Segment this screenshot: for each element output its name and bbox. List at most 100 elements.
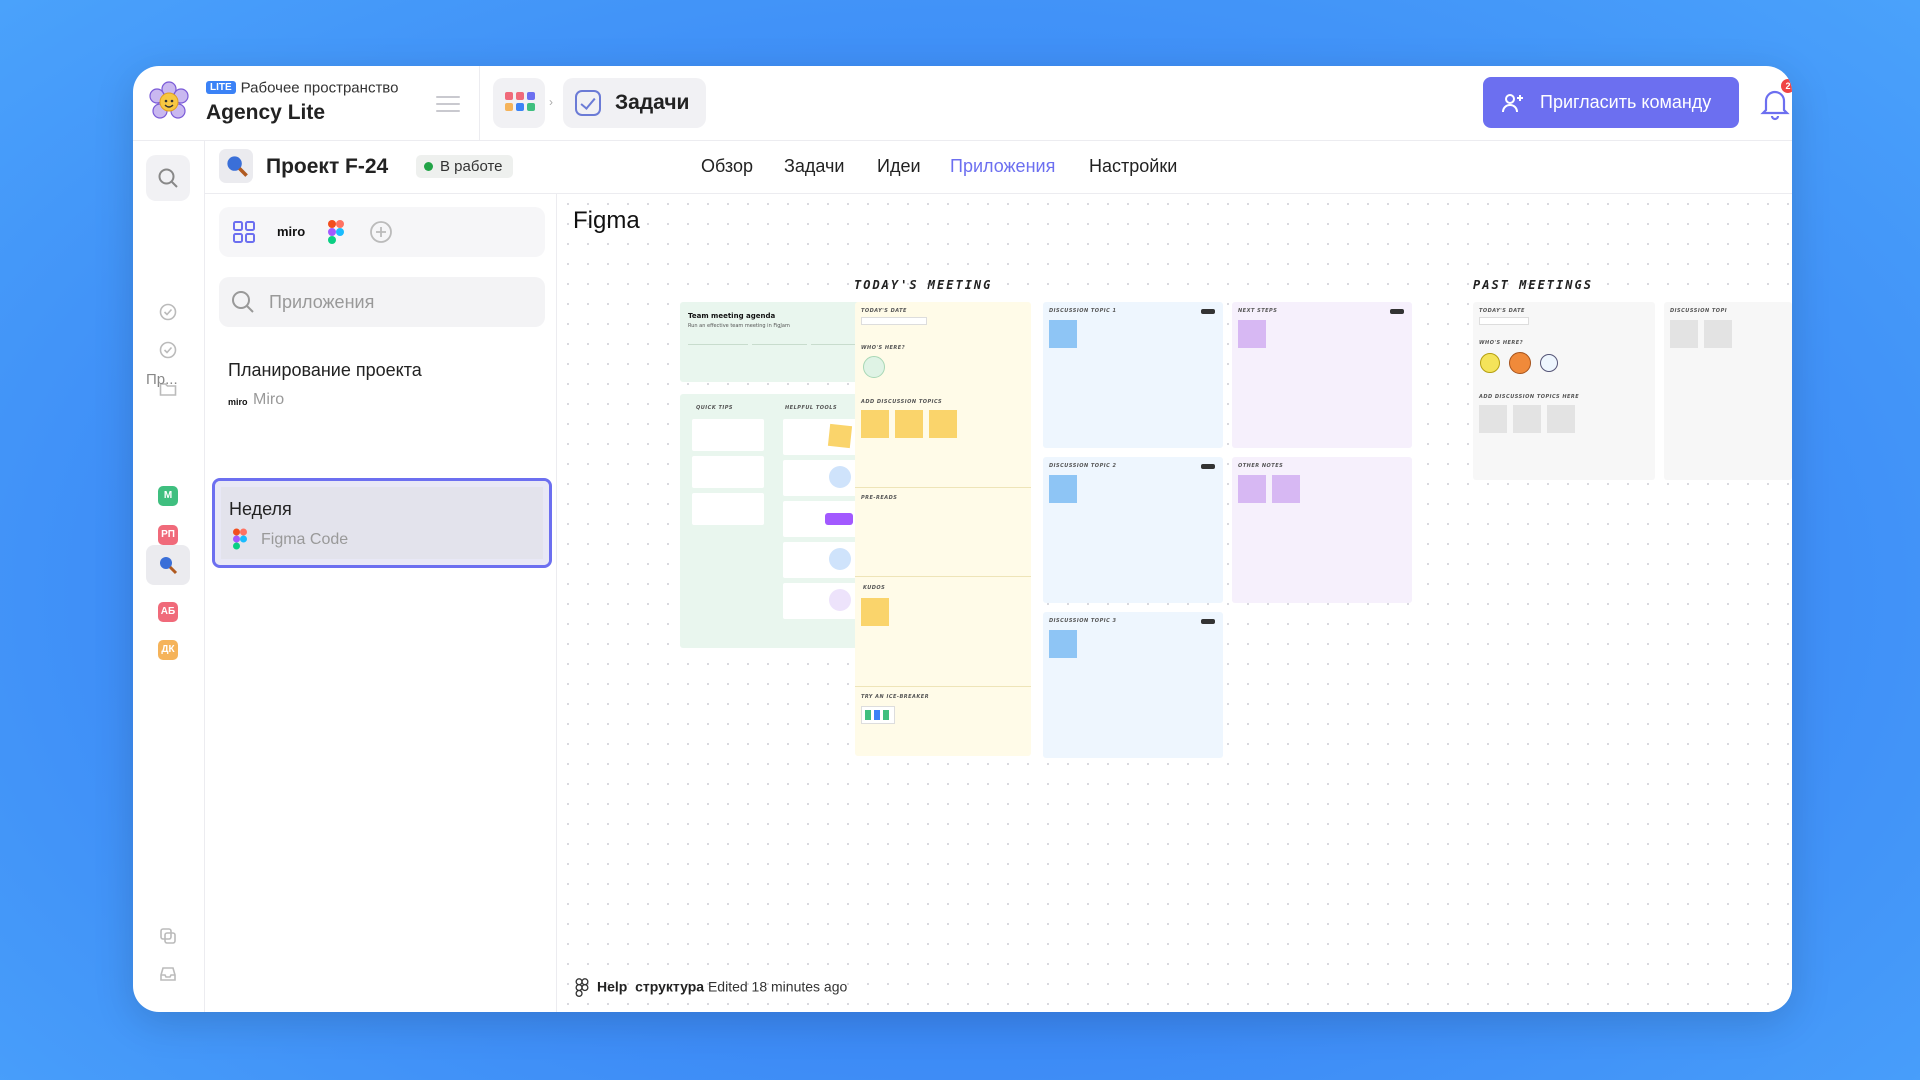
check-circle-icon[interactable] xyxy=(159,341,177,359)
figma-embed-canvas[interactable]: Figma Team meeting agenda Run an effecti… xyxy=(558,194,1792,1012)
sticky-note xyxy=(1547,405,1575,433)
figma-logo-icon xyxy=(233,528,247,550)
topic-label: DISCUSSION TOPIC 1 xyxy=(1049,308,1117,314)
apps-grid-icon xyxy=(505,92,535,111)
todays-date-label: TODAY'S DATE xyxy=(861,308,907,314)
inbox-icon[interactable] xyxy=(159,965,177,983)
divider xyxy=(855,576,1031,577)
file-name[interactable]: структура xyxy=(635,979,704,995)
project-avatar[interactable] xyxy=(219,149,253,183)
workspace-name: Agency Lite xyxy=(206,101,326,124)
timer-badge xyxy=(1201,464,1215,469)
icon-sidebar: Пр... M РП АБ ДК xyxy=(133,141,205,1012)
tip-card xyxy=(692,419,764,451)
sticky-note xyxy=(1049,320,1077,348)
figma-logo-icon[interactable] xyxy=(328,219,344,245)
tab-overview[interactable]: Обзор xyxy=(701,156,753,177)
apps-panel: miro Планирование проекта miro Miro Неде… xyxy=(205,194,557,1012)
divider xyxy=(855,686,1031,687)
sticky-note xyxy=(1238,475,1266,503)
quick-tips-label: QUICK TIPS xyxy=(696,405,733,411)
sticky-note xyxy=(1049,475,1077,503)
apps-search xyxy=(219,277,545,327)
tab-ideas[interactable]: Идеи xyxy=(877,156,921,177)
date-field xyxy=(1479,317,1529,325)
app-item-source: Miro xyxy=(253,391,285,408)
add-icon[interactable] xyxy=(369,220,393,244)
figma-logo-icon xyxy=(575,978,589,997)
project-m[interactable]: M xyxy=(158,486,178,506)
global-search-button[interactable] xyxy=(146,155,190,201)
miro-logo[interactable]: miro xyxy=(277,224,305,239)
divider xyxy=(855,487,1031,488)
section-todays-meeting: TODAY'S MEETING xyxy=(854,278,993,292)
timer-badge xyxy=(1201,309,1215,314)
sticky-note xyxy=(1670,320,1698,348)
sticky-note xyxy=(1238,320,1266,348)
agenda-title: Team meeting agenda xyxy=(688,312,776,320)
timer-badge xyxy=(1201,619,1215,624)
workspace-info[interactable]: LITE Рабочее пространство Agency Lite xyxy=(206,79,398,125)
add-topics-label: ADD DISCUSSION TOPICS xyxy=(861,399,943,405)
project-dk[interactable]: ДК xyxy=(158,640,178,660)
pre-reads-label: PRE-READS xyxy=(861,495,898,501)
agenda-column xyxy=(688,344,748,368)
app-window: LITE Рабочее пространство Agency Lite › З… xyxy=(133,66,1792,1012)
past-discussion-card: DISCUSSION TOPI xyxy=(1664,302,1792,480)
workspace-logo-icon[interactable] xyxy=(147,80,191,124)
avatar-sticker xyxy=(863,356,885,378)
file-help-label[interactable]: Help xyxy=(597,979,627,995)
past-meeting-card: TODAY'S DATE WHO'S HERE? ADD DISCUSSION … xyxy=(1473,302,1655,480)
projects-section-label: Пр... xyxy=(146,371,178,388)
sticky-note xyxy=(1272,475,1300,503)
workspace-label: Рабочее пространство xyxy=(240,79,399,97)
sticky-note xyxy=(861,598,889,626)
app-item-project-planning[interactable]: Планирование проекта miro Miro xyxy=(219,347,545,421)
apps-toolbar: miro xyxy=(219,207,545,257)
project-f24-active[interactable] xyxy=(146,545,190,585)
sticky-note xyxy=(1479,405,1507,433)
project-title: Проект F-24 xyxy=(266,155,389,178)
project-ab[interactable]: АБ xyxy=(158,602,178,622)
sticky-note xyxy=(1704,320,1732,348)
hamburger-menu-icon[interactable] xyxy=(436,96,460,112)
invite-team-label: Пригласить команду xyxy=(1540,92,1712,112)
project-rp[interactable]: РП xyxy=(158,525,178,545)
agenda-column xyxy=(752,344,807,368)
divider xyxy=(479,66,480,141)
breadcrumb-tasks[interactable]: Задачи xyxy=(563,78,706,128)
app-item-source: Figma Code xyxy=(261,531,349,548)
invite-team-button[interactable]: Пригласить команду xyxy=(1483,77,1739,128)
tool-card xyxy=(783,460,857,496)
tab-apps[interactable]: Приложения xyxy=(950,156,1055,177)
other-notes-card: OTHER NOTES xyxy=(1232,457,1412,603)
next-steps-label: NEXT STEPS xyxy=(1238,308,1278,314)
grid-icon[interactable] xyxy=(232,220,256,244)
tab-tasks[interactable]: Задачи xyxy=(784,156,844,177)
other-notes-label: OTHER NOTES xyxy=(1238,463,1284,469)
tool-card xyxy=(783,583,857,619)
apps-grid-button[interactable] xyxy=(493,78,545,128)
check-circle-icon[interactable] xyxy=(159,303,177,321)
section-past-meetings: PAST MEETINGS xyxy=(1473,278,1593,292)
embed-title: Figma xyxy=(573,207,640,234)
app-item-week[interactable]: Неделя Figma Code xyxy=(212,478,552,568)
copy-icon[interactable] xyxy=(159,927,177,945)
agenda-card: Team meeting agenda Run an effective tea… xyxy=(680,302,872,382)
next-steps-card: NEXT STEPS xyxy=(1232,302,1412,448)
discussion-topic-3: DISCUSSION TOPIC 3 xyxy=(1043,612,1223,758)
apps-search-input[interactable] xyxy=(269,289,529,315)
tool-card xyxy=(783,501,857,537)
ice-breaker-label: TRY AN ICE-BREAKER xyxy=(861,694,930,700)
date-field xyxy=(861,317,927,325)
plan-badge: LITE xyxy=(206,81,236,95)
kudos-label: KUDOS xyxy=(863,585,886,591)
smiley-sticker xyxy=(1509,352,1531,374)
breadcrumb-chevron-icon: › xyxy=(549,95,553,109)
topic-label: DISCUSSION TOPIC 2 xyxy=(1049,463,1117,469)
tab-settings[interactable]: Настройки xyxy=(1089,156,1177,177)
tool-card xyxy=(783,419,857,455)
tip-card xyxy=(692,493,764,525)
sticky-note xyxy=(1513,405,1541,433)
status-badge[interactable]: В работе xyxy=(416,155,513,178)
